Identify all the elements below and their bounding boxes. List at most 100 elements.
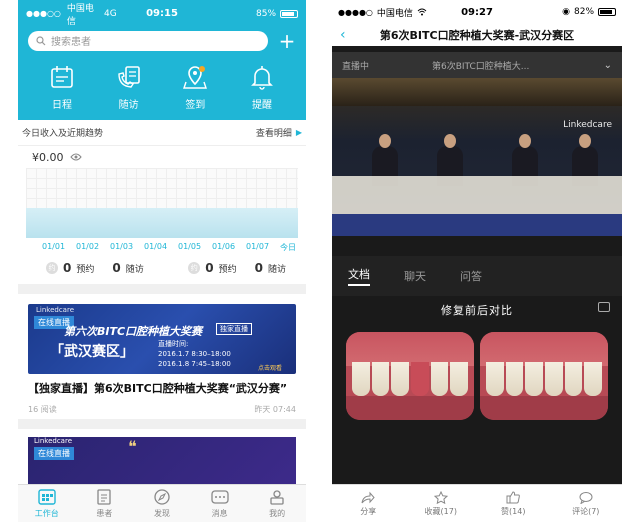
news-banner[interactable]: Linkedcare 在线直播 ❝	[28, 437, 296, 485]
tab-qa[interactable]: 问答	[460, 268, 482, 284]
banner-times: 直播时间: 2016.1.7 8:30–18:00 2016.1.8 7:45–…	[158, 339, 231, 369]
tab-patients[interactable]: 患者	[76, 485, 134, 522]
battery-percent: 82%	[574, 7, 595, 17]
video-figure	[519, 134, 531, 148]
comment-button[interactable]: 评论(7)	[550, 485, 623, 522]
view-detail-label: 查看明细	[255, 129, 292, 139]
tab-discover[interactable]: 发现	[133, 485, 191, 522]
lower-gum-shape	[480, 396, 608, 420]
appointment-badge-icon: 约	[46, 262, 58, 274]
quick-action-label: 提醒	[251, 100, 272, 111]
tab-label: 患者	[96, 508, 113, 518]
tab-profile[interactable]: 我的	[248, 485, 306, 522]
after-photo	[480, 332, 608, 420]
video-figure	[444, 134, 456, 148]
page-title: 第6次BITC口腔种植大奖赛-武汉分赛区	[379, 29, 575, 42]
workbench-icon	[38, 488, 56, 505]
live-bar[interactable]: 直播中 第6次BITC口腔种植大... ⌄	[332, 52, 622, 78]
tooth	[352, 362, 370, 396]
checkin-icon	[183, 66, 208, 89]
gum-shape	[480, 332, 608, 366]
tab-messages[interactable]: 消息	[191, 485, 249, 522]
chat-bubble-icon[interactable]	[598, 302, 610, 312]
patient-icon	[97, 488, 112, 505]
quick-action-schedule[interactable]: 日程	[32, 64, 92, 111]
stat-appointment: 约 0 预约 0 随访	[188, 261, 286, 275]
chevron-right-icon: ▶	[295, 128, 302, 137]
income-amount-row: ¥0.00	[18, 146, 306, 168]
star-icon	[433, 490, 448, 504]
live-video[interactable]: Linkedcare	[332, 78, 622, 236]
stat-value: 0	[63, 261, 72, 275]
tooth	[486, 362, 504, 396]
date-tick: 01/03	[110, 242, 134, 251]
missing-tooth	[411, 362, 429, 396]
quick-action-reminder[interactable]: 提醒	[232, 64, 292, 111]
quick-action-label: 签到	[185, 100, 206, 111]
signal-icon: ●●●●○	[338, 7, 373, 17]
trend-area	[26, 208, 298, 238]
quick-action-label: 随访	[118, 100, 139, 111]
tab-label: 发现	[153, 508, 170, 518]
tooth	[584, 362, 603, 396]
action-label: 赞(14)	[501, 506, 526, 516]
battery-icon	[598, 8, 617, 16]
quick-action-followup[interactable]: 随访	[99, 64, 159, 111]
battery-percent: 85%	[256, 8, 277, 19]
stat-label: 预约	[218, 264, 237, 275]
teeth-row	[486, 362, 603, 396]
back-chevron-icon[interactable]: ‹	[340, 27, 356, 43]
like-button[interactable]: 赞(14)	[477, 485, 550, 522]
compass-icon	[154, 488, 170, 505]
brand-logo: Linkedcare	[36, 306, 75, 314]
watch-link[interactable]: 点击观看	[258, 363, 282, 372]
chevron-down-icon[interactable]: ⌄	[604, 60, 612, 71]
tooth	[545, 362, 563, 396]
income-trend-chart	[26, 168, 298, 238]
stat-label: 随访	[267, 264, 286, 275]
tab-workbench[interactable]: 工作台	[18, 485, 76, 522]
stat-value: 0	[254, 261, 263, 275]
bell-icon	[251, 66, 273, 90]
add-button[interactable]: +	[278, 31, 296, 51]
date-tick: 01/02	[76, 242, 100, 251]
quick-action-checkin[interactable]: 签到	[165, 64, 225, 111]
clock: 09:15	[146, 8, 178, 19]
date-tick: 01/06	[212, 242, 236, 251]
before-photo	[346, 332, 474, 420]
tab-chat[interactable]: 聊天	[404, 268, 426, 284]
divider	[18, 419, 306, 429]
news-time: 昨天 07:44	[254, 405, 296, 414]
stats-row: 约 0 预约 0 随访 约 0 预约 0 随访	[18, 254, 306, 278]
view-detail-link[interactable]: 查看明细 ▶	[256, 126, 302, 139]
signal-icon: ●●●○○	[26, 9, 61, 18]
share-button[interactable]: 分享	[332, 485, 405, 522]
video-table-skirt	[332, 214, 622, 236]
favorite-button[interactable]: 收藏(17)	[405, 485, 478, 522]
battery-icon	[280, 9, 299, 18]
tab-label: 消息	[211, 508, 228, 518]
stat-value: 0	[205, 261, 214, 275]
tooth	[430, 362, 449, 396]
banner-time: 2016.1.8 7:45–18:00	[158, 360, 231, 368]
tab-documents[interactable]: 文档	[348, 266, 370, 286]
appointment-badge-icon: 约	[188, 262, 201, 274]
news-title[interactable]: 【独家直播】第6次BITC口腔种植大奖赛“武汉分赛”	[18, 374, 306, 396]
news-banner[interactable]: Linkedcare 在线直播 第六次BITC口腔种植大奖赛 独家直播 「武汉赛…	[28, 304, 296, 374]
status-bar: ●●●○○ 中国电信 4G 09:15 85%	[18, 0, 306, 27]
wifi-icon	[417, 8, 427, 16]
banner-decoration-icon: ❝	[128, 437, 137, 456]
video-background	[332, 78, 622, 106]
stat-value: 0	[112, 261, 121, 275]
banner-badge: 独家直播	[216, 323, 252, 335]
nav-bar: ‹ 第6次BITC口腔种植大奖赛-武汉分赛区	[332, 24, 622, 46]
search-input[interactable]: 搜索患者	[28, 30, 268, 51]
eye-icon[interactable]	[69, 153, 82, 161]
brand-logo: Linkedcare	[34, 437, 73, 445]
right-phone-screen: ●●●●○ 中国电信 09:27 ◉ 82% ‹ 第6次BITC口腔种植大奖赛-…	[332, 0, 622, 522]
gum-shape	[346, 332, 474, 366]
video-table	[332, 176, 622, 216]
date-axis: 01/01 01/02 01/03 01/04 01/05 01/06 01/0…	[18, 238, 306, 254]
live-title: 第6次BITC口腔种植大...	[432, 61, 530, 72]
tooth	[371, 362, 390, 396]
